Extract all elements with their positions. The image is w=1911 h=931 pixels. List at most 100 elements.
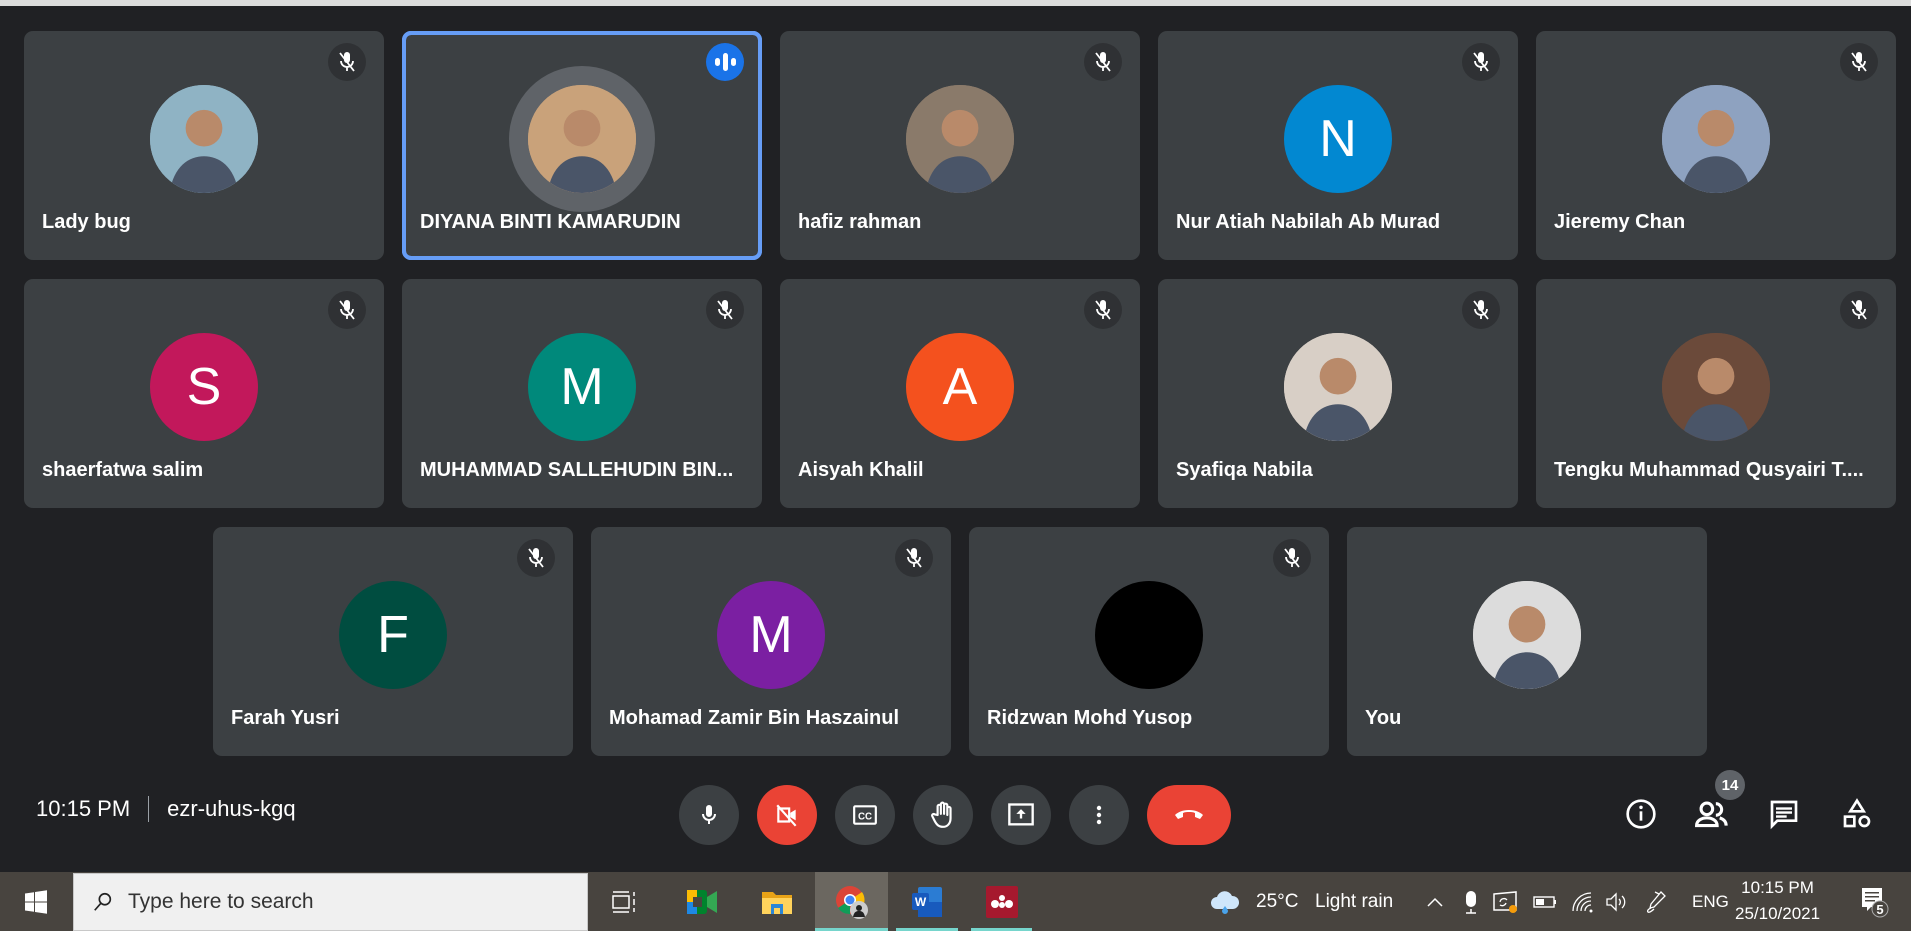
mic-off-icon (339, 300, 355, 320)
show-hidden-icons-button[interactable] (1424, 872, 1446, 931)
participant-count-badge: 14 (1715, 770, 1745, 800)
pen-tray-button[interactable] (1644, 872, 1670, 931)
camera-button[interactable] (757, 785, 817, 845)
search-icon (94, 892, 112, 911)
participant-tile[interactable]: M MUHAMMAD SALLEHUDIN BIN... (402, 279, 762, 508)
taskbar-search-box[interactable]: Type here to search (73, 873, 588, 931)
muted-indicator (1840, 43, 1878, 81)
leave-call-button[interactable] (1147, 785, 1231, 845)
windows-taskbar: Type here to search W 25°C Light rain EN… (0, 872, 1911, 931)
task-view-button[interactable] (600, 872, 648, 931)
volume-tray-button[interactable] (1604, 872, 1630, 931)
participant-name: shaerfatwa salim (42, 459, 204, 481)
participant-tile[interactable]: DIYANA BINTI KAMARUDIN (402, 31, 762, 260)
muted-indicator (895, 539, 933, 577)
mic-off-icon (1851, 300, 1867, 320)
muted-indicator (517, 539, 555, 577)
meeting-stage: Lady bug DIYANA BINTI KAMARUDIN hafiz rahm… (0, 6, 1911, 872)
clock-time: 10:15 PM (1741, 878, 1814, 897)
meeting-time: 10:15 PM (36, 796, 131, 821)
start-button[interactable] (0, 872, 72, 931)
microphone-button[interactable] (679, 785, 739, 845)
shapes-icon (1843, 798, 1871, 828)
profile-photo-icon (1284, 333, 1392, 441)
chat-button[interactable] (1760, 790, 1808, 838)
profile-photo-icon (1473, 581, 1581, 689)
meeting-info: 10:15 PM ezr-uhus-kgq (36, 796, 296, 822)
task-view-icon (612, 890, 635, 913)
profile-photo-icon (528, 85, 636, 193)
mic-off-icon (1473, 52, 1489, 72)
participant-tile[interactable]: N Nur Atiah Nabilah Ab Murad (1158, 31, 1518, 260)
participant-tile[interactable]: Syafiqa Nabila (1158, 279, 1518, 508)
participant-tile[interactable]: M Mohamad Zamir Bin Haszainul (591, 527, 951, 756)
weather-temp[interactable]: 25°C (1256, 872, 1298, 931)
taskbar-app-word[interactable]: W (896, 872, 958, 931)
muted-indicator (1462, 291, 1500, 329)
present-button[interactable] (991, 785, 1051, 845)
participant-name: DIYANA BINTI KAMARUDIN (420, 211, 681, 233)
mic-off-icon (1473, 300, 1489, 320)
wifi-icon (1572, 891, 1593, 912)
participant-tile[interactable]: Lady bug (24, 31, 384, 260)
battery-tray-button[interactable] (1532, 872, 1558, 931)
notification-icon: 5 (1862, 887, 1889, 917)
input-language[interactable]: ENG (1692, 872, 1729, 931)
avatar (1095, 581, 1203, 689)
mic-off-icon (339, 52, 355, 72)
word-icon: W (912, 886, 942, 917)
taskbar-app-mendeley[interactable] (971, 872, 1032, 931)
mic-off-icon (1851, 52, 1867, 72)
participant-name: Farah Yusri (231, 707, 340, 729)
mic-tray-button[interactable] (1460, 872, 1482, 931)
mic-off-icon (1095, 52, 1111, 72)
activities-button[interactable] (1833, 790, 1881, 838)
participant-tile[interactable]: Tengku Muhammad Qusyairi T.... (1536, 279, 1896, 508)
participant-name: Nur Atiah Nabilah Ab Murad (1176, 211, 1441, 233)
microphone-tray-icon (1466, 890, 1476, 914)
captions-button[interactable]: CC (835, 785, 895, 845)
taskbar-clock[interactable]: 10:15 PM 25/10/2021 (1735, 875, 1820, 927)
taskbar-app-chrome[interactable] (815, 872, 888, 931)
muted-indicator (1840, 291, 1878, 329)
muted-indicator (1084, 43, 1122, 81)
taskbar-app-file-explorer[interactable] (745, 872, 809, 931)
sync-icon (1493, 890, 1517, 913)
avatar (1473, 581, 1581, 689)
mendeley-icon (985, 885, 1018, 918)
google-meet-icon (687, 889, 717, 914)
more-options-button[interactable] (1069, 785, 1129, 845)
chat-icon (1770, 800, 1798, 830)
meeting-details-button[interactable] (1617, 790, 1665, 838)
participant-tile[interactable]: Sshaerfatwa salim (24, 279, 384, 508)
chrome-icon (835, 885, 868, 919)
participant-tile[interactable]: F Farah Yusri (213, 527, 573, 756)
participant-name: hafiz rahman (798, 211, 922, 233)
participant-name: Jieremy Chan (1554, 211, 1686, 233)
avatar: S (150, 333, 258, 441)
participant-tile[interactable]: A Aisyah Khalil (780, 279, 1140, 508)
avatar: A (906, 333, 1014, 441)
weather-desc[interactable]: Light rain (1315, 872, 1393, 931)
avatar: M (528, 333, 636, 441)
action-center-button[interactable]: 5 (1854, 872, 1898, 931)
hang-up-icon (1175, 810, 1203, 819)
avatar: M (717, 581, 825, 689)
participant-tile[interactable]: Ridzwan Mohd Yusop (969, 527, 1329, 756)
weather-icon-wrap[interactable] (1208, 872, 1242, 931)
participant-tile[interactable]: You (1347, 527, 1707, 756)
sync-tray-button[interactable] (1492, 872, 1518, 931)
meeting-code: ezr-uhus-kgq (167, 796, 296, 821)
avatar: N (1284, 85, 1392, 193)
participant-name: Aisyah Khalil (798, 459, 924, 481)
speaking-indicator-icon (706, 43, 744, 81)
muted-indicator (1462, 43, 1500, 81)
wifi-tray-button[interactable] (1570, 872, 1596, 931)
participant-tile[interactable]: hafiz rahman (780, 31, 1140, 260)
cloud-rain-icon (1211, 890, 1240, 914)
raise-hand-button[interactable] (913, 785, 973, 845)
participant-tile[interactable]: Jieremy Chan (1536, 31, 1896, 260)
taskbar-app-meet[interactable] (670, 872, 734, 931)
folder-icon (762, 891, 792, 914)
avatar (1662, 85, 1770, 193)
